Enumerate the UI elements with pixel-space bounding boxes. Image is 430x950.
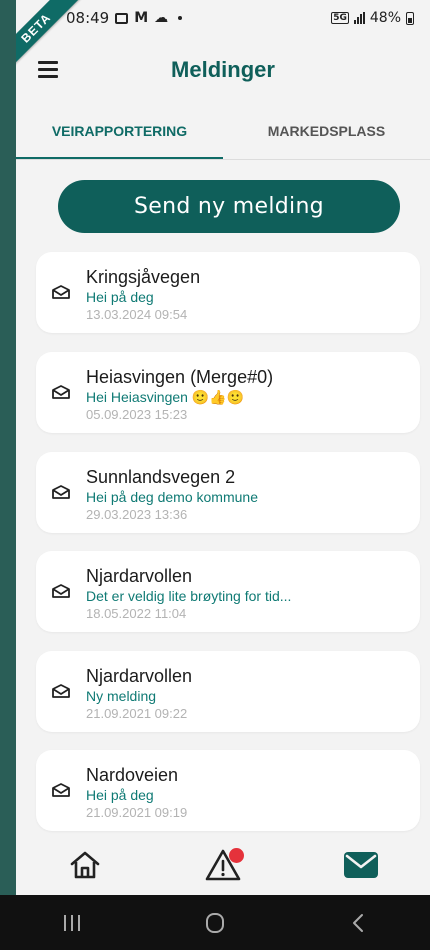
- tab-markedsplass[interactable]: MARKEDSPLASS: [223, 108, 430, 160]
- envelope-open-icon: [52, 783, 70, 797]
- home-circle-icon: [205, 912, 224, 933]
- message-item[interactable]: Njardarvollen Det er veldig lite brøytin…: [36, 551, 420, 632]
- message-date: 29.03.2023 13:36: [86, 507, 188, 522]
- message-title: Kringsjåvegen: [86, 267, 201, 287]
- envelope-open-icon: [52, 385, 70, 399]
- message-preview: Hei Heiasvingen 🙂👍🙂: [86, 389, 245, 405]
- message-item[interactable]: Sunnlandsvegen 2 Hei på deg demo kommune…: [36, 452, 420, 533]
- back-icon: [353, 913, 364, 932]
- message-title: Njardarvollen: [86, 566, 193, 586]
- send-new-message-button[interactable]: Send ny melding: [58, 180, 400, 233]
- envelope-open-icon: [52, 584, 70, 598]
- message-title: Njardarvollen: [86, 666, 193, 686]
- envelope-open-icon: [52, 285, 70, 299]
- system-navigation-bar: [0, 895, 430, 950]
- battery-icon: [406, 11, 414, 25]
- envelope-open-icon: [52, 684, 70, 698]
- recent-apps-icon: [63, 914, 80, 931]
- recent-apps-button[interactable]: [42, 903, 102, 943]
- gmail-icon: M: [134, 10, 149, 26]
- message-date: 21.09.2021 09:22: [86, 706, 188, 721]
- bottom-navigation: [16, 835, 430, 895]
- message-item[interactable]: Njardarvollen Ny melding 21.09.2021 09:2…: [36, 651, 420, 732]
- message-item[interactable]: Nardoveien Hei på deg 21.09.2021 09:19: [36, 750, 420, 831]
- tab-bar: VEIRAPPORTERING MARKEDSPLASS: [16, 108, 430, 160]
- message-date: 05.09.2023 15:23: [86, 407, 188, 422]
- battery-percent: 48%: [369, 10, 401, 26]
- gallery-icon: [115, 12, 129, 24]
- message-item[interactable]: Heiasvingen (Merge#0) Hei Heiasvingen 🙂👍…: [36, 352, 420, 433]
- network-type-icon: 5G: [331, 12, 349, 24]
- status-time: 08:49: [66, 9, 110, 27]
- signal-icon: [353, 12, 365, 24]
- tab-divider: [16, 159, 430, 160]
- page-title: Meldinger: [171, 57, 275, 82]
- notification-dot-icon: [178, 16, 183, 20]
- nav-warnings[interactable]: [193, 840, 253, 890]
- nav-messages[interactable]: [331, 840, 391, 890]
- message-preview: Hei på deg: [86, 289, 154, 305]
- message-preview: Hei på deg: [86, 787, 154, 803]
- app-screen: BETA 08:49 M ☁ 5G 48% Meldinger VEIRAPPO…: [16, 0, 430, 895]
- message-title: Sunnlandsvegen 2: [86, 467, 236, 487]
- nav-home[interactable]: [55, 840, 115, 890]
- back-button[interactable]: [328, 903, 388, 943]
- app-header: Meldinger: [16, 46, 430, 94]
- message-date: 21.09.2021 09:19: [86, 805, 188, 820]
- message-item[interactable]: Kringsjåvegen Hei på deg 13.03.2024 09:5…: [36, 252, 420, 333]
- message-date: 18.05.2022 11:04: [86, 606, 187, 621]
- message-title: Heiasvingen (Merge#0): [86, 367, 274, 387]
- cloud-icon: ☁: [154, 10, 169, 26]
- envelope-open-icon: [52, 485, 70, 499]
- mail-icon: [344, 852, 378, 878]
- home-system-button[interactable]: [185, 903, 245, 943]
- message-preview: Hei på deg demo kommune: [86, 489, 258, 505]
- tab-veirapportering[interactable]: VEIRAPPORTERING: [16, 108, 223, 160]
- message-title: Nardoveien: [86, 765, 179, 785]
- notification-badge: [229, 848, 244, 863]
- message-preview: Ny melding: [86, 688, 157, 704]
- message-date: 13.03.2024 09:54: [86, 307, 188, 322]
- home-icon: [70, 851, 100, 879]
- message-preview: Det er veldig lite brøyting for tid...: [86, 588, 292, 604]
- status-bar: 08:49 M ☁ 5G 48%: [16, 0, 430, 36]
- menu-icon[interactable]: [38, 61, 58, 78]
